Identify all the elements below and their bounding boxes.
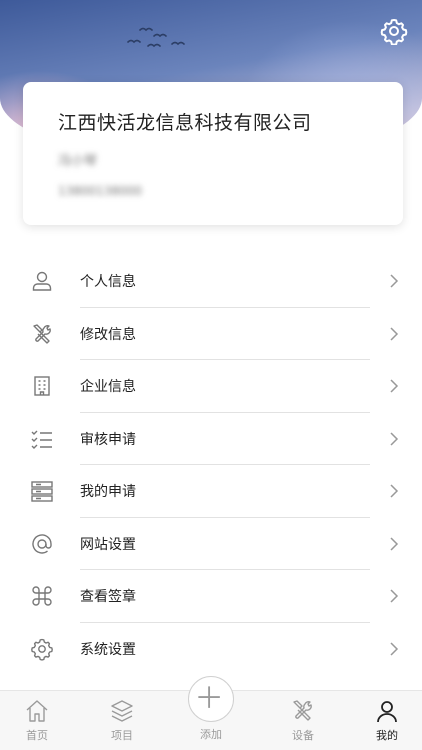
plus-icon <box>198 686 220 708</box>
command-icon <box>32 586 52 606</box>
chevron-right-icon <box>390 379 399 393</box>
user-phone: 13800138000 <box>58 184 142 198</box>
tools-icon <box>33 323 51 344</box>
settings-button[interactable] <box>380 17 408 46</box>
menu-item-label: 修改信息 <box>80 326 136 343</box>
tab-label: 我的 <box>376 729 398 742</box>
user-icon <box>377 701 397 723</box>
tab-devices[interactable]: 设备 <box>268 691 338 750</box>
chevron-right-icon <box>390 326 399 341</box>
menu-item-my-applications[interactable]: 我的申请 <box>0 465 422 518</box>
add-label: 添加 <box>200 728 222 741</box>
chevron-right-icon <box>390 274 399 288</box>
add-button[interactable] <box>188 676 234 722</box>
tools-icon <box>293 700 312 721</box>
menu-item-label: 网站设置 <box>80 536 136 553</box>
list-icon <box>31 481 53 502</box>
user-name: 冯小琴 <box>58 154 98 169</box>
menu-list: 个人信息 修改信息 企业信息 审核申请 我的申请 网站设置 查看签章 系统设置 <box>0 255 422 675</box>
settings-icon <box>31 638 53 661</box>
menu-item-website-settings[interactable]: 网站设置 <box>0 518 422 570</box>
menu-item-label: 审核申请 <box>80 431 136 448</box>
tab-label: 首页 <box>26 729 48 742</box>
tab-home[interactable]: 首页 <box>2 691 72 750</box>
tab-projects[interactable]: 项目 <box>87 691 157 750</box>
chevron-right-icon <box>390 641 399 656</box>
menu-item-review-applications[interactable]: 审核申请 <box>0 413 422 465</box>
menu-item-view-seals[interactable]: 查看签章 <box>0 570 422 623</box>
tab-label: 设备 <box>292 729 314 742</box>
menu-item-label: 企业信息 <box>80 379 136 395</box>
profile-card: 江西快活龙信息科技有限公司 冯小琴 13800138000 <box>23 82 403 225</box>
chevron-right-icon <box>390 536 399 551</box>
menu-item-personal-info[interactable]: 个人信息 <box>0 255 422 308</box>
chevron-right-icon <box>390 484 399 498</box>
chevron-right-icon <box>390 589 399 603</box>
menu-item-company-info[interactable]: 企业信息 <box>0 360 422 413</box>
menu-item-label: 我的申请 <box>80 484 136 500</box>
menu-item-edit-info[interactable]: 修改信息 <box>0 308 422 360</box>
menu-item-label: 查看签章 <box>80 589 136 605</box>
user-icon <box>32 271 52 291</box>
tab-mine[interactable]: 我的 <box>352 691 422 750</box>
tab-label: 项目 <box>111 729 133 742</box>
birds-decoration <box>127 27 185 48</box>
checklist-icon <box>31 430 52 449</box>
layers-icon <box>111 700 133 722</box>
at-icon <box>32 533 52 554</box>
menu-item-system-settings[interactable]: 系统设置 <box>0 623 422 676</box>
gear-icon <box>380 19 408 46</box>
building-icon <box>34 376 50 396</box>
company-name: 江西快活龙信息科技有限公司 <box>58 112 312 134</box>
home-icon <box>26 700 48 722</box>
menu-item-label: 个人信息 <box>80 274 136 290</box>
chevron-right-icon <box>390 431 399 446</box>
menu-item-label: 系统设置 <box>80 641 136 658</box>
